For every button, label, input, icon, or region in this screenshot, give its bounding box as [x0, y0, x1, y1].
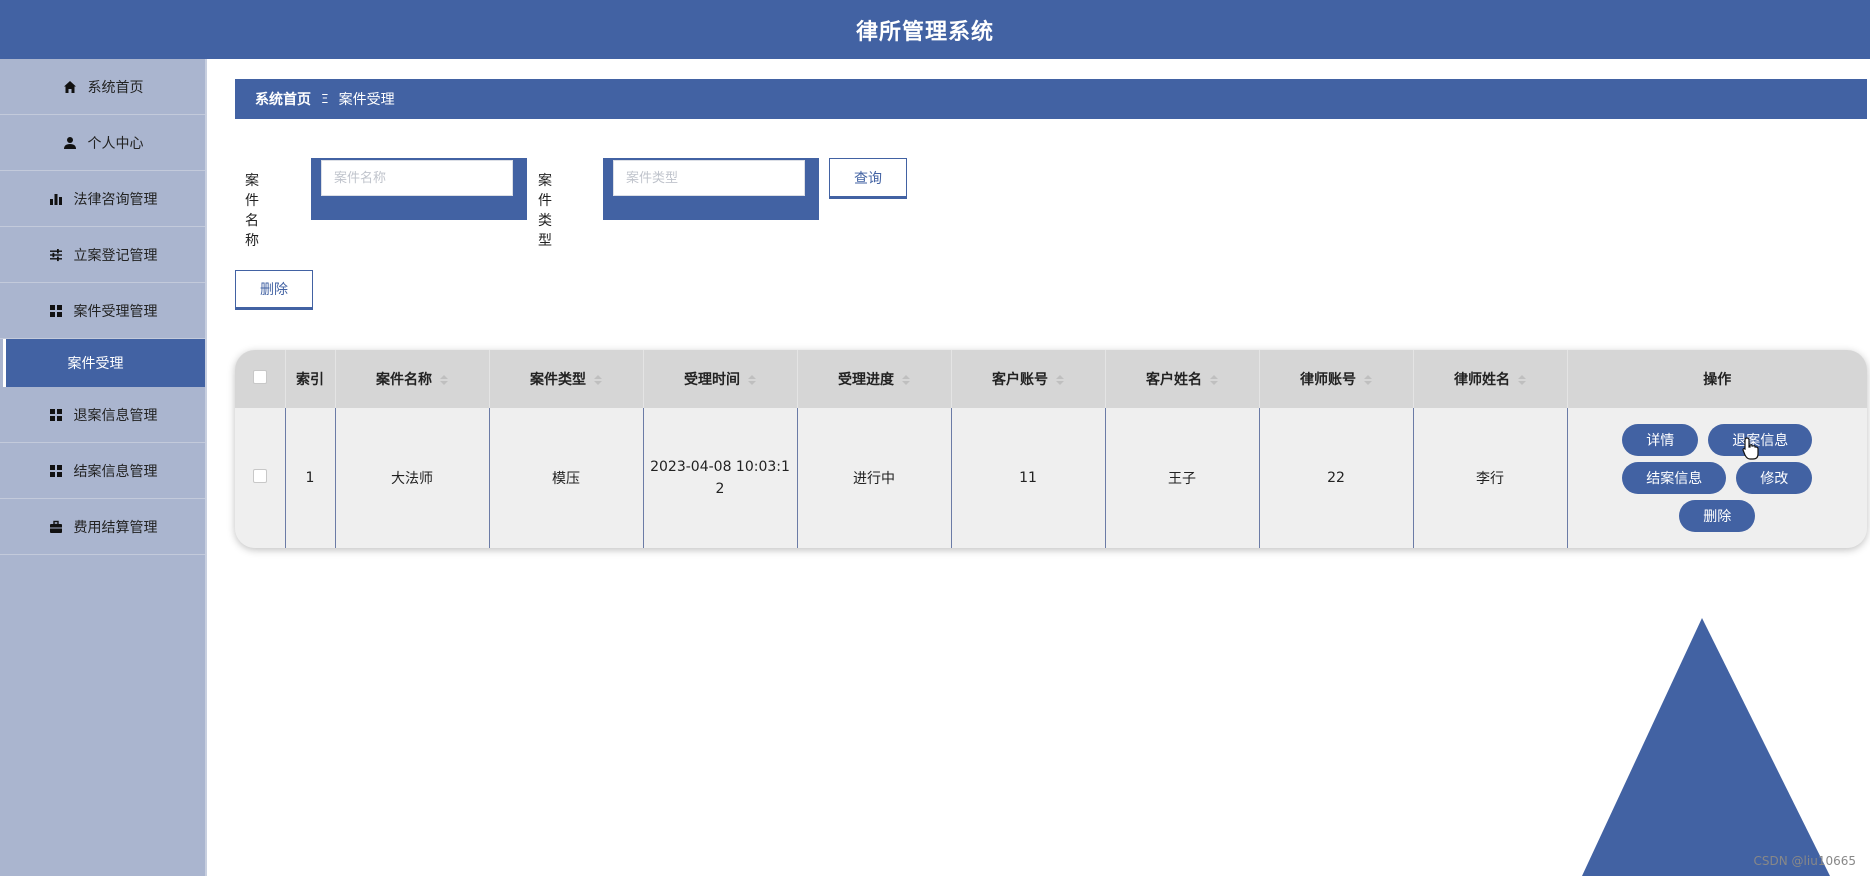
sidebar-item-withdraw-info[interactable]: 退案信息管理 [0, 387, 205, 443]
column-header: 操作 [1703, 372, 1732, 388]
sidebar-item-label: 系统首页 [87, 79, 144, 96]
column-header[interactable]: 律师账号 [1259, 350, 1414, 408]
progress-cell: 进行中 [797, 408, 952, 548]
breadcrumb-separator: Ξ [321, 92, 329, 106]
case-table: 索引 案件名称 案件类型 受理时间 受理进度 客户账号 客户姓名 律师账号 律师… [235, 350, 1867, 548]
sort-icon[interactable] [1518, 375, 1526, 385]
grid-icon [48, 407, 64, 423]
column-header: 索引 [285, 350, 336, 408]
breadcrumb-current: 案件受理 [338, 92, 395, 108]
sidebar-item-profile[interactable]: 个人中心 [0, 115, 205, 171]
user-icon [62, 135, 78, 151]
sort-icon[interactable] [902, 375, 910, 385]
top-header: 律所管理系统 [0, 0, 1870, 59]
grid-icon [48, 463, 64, 479]
case-name-label: 案件名称 [245, 173, 259, 249]
row-delete-button[interactable]: 删除 [1679, 500, 1756, 532]
sidebar-item-case-accept[interactable]: 案件受理管理 [0, 283, 205, 339]
column-header[interactable]: 客户账号 [951, 350, 1106, 408]
app-title: 律所管理系统 [855, 19, 994, 45]
lawyer-account-cell: 22 [1259, 408, 1414, 548]
row-select-cell [235, 408, 286, 548]
breadcrumb: 系统首页 Ξ 案件受理 [235, 79, 1867, 119]
sidebar-item-label: 立案登记管理 [73, 247, 158, 264]
case-type-input[interactable] [613, 160, 805, 196]
sort-icon[interactable] [748, 375, 756, 385]
client-name-cell: 王子 [1105, 408, 1260, 548]
sort-icon[interactable] [594, 375, 602, 385]
column-header[interactable]: 受理进度 [797, 350, 952, 408]
sidebar-item-label: 案件受理管理 [73, 303, 158, 320]
sidebar: 系统首页 个人中心 法律咨询管理 立案登记管理 案件受理管理 案件受理 退案信息… [0, 59, 207, 876]
close-info-button[interactable]: 结案信息 [1622, 462, 1727, 494]
briefcase-icon [48, 519, 64, 535]
sort-icon[interactable] [440, 375, 448, 385]
watermark: CSDN @liu10665 [1753, 854, 1856, 868]
bar-chart-icon [48, 191, 64, 207]
sidebar-item-case-register[interactable]: 立案登记管理 [0, 227, 205, 283]
sort-icon[interactable] [1364, 375, 1372, 385]
actions-cell: 详情 退案信息 结案信息 修改 删除 [1567, 408, 1867, 548]
table-header-row: 索引 案件名称 案件类型 受理时间 受理进度 客户账号 客户姓名 律师账号 律师… [235, 350, 1867, 408]
sidebar-item-label: 结案信息管理 [73, 463, 158, 480]
sidebar-item-label: 退案信息管理 [73, 407, 158, 424]
case-name-input[interactable] [321, 160, 513, 196]
batch-delete-button[interactable]: 删除 [235, 270, 313, 310]
decorative-triangle [1582, 618, 1830, 876]
grid-icon [48, 303, 64, 319]
sidebar-item-close-info[interactable]: 结案信息管理 [0, 443, 205, 499]
column-header[interactable]: 受理时间 [643, 350, 798, 408]
withdraw-info-button[interactable]: 退案信息 [1708, 424, 1813, 456]
sidebar-item-label: 法律咨询管理 [73, 191, 158, 208]
column-header[interactable]: 律师姓名 [1413, 350, 1568, 408]
case-type-input-wrap [603, 158, 819, 220]
lawyer-name-cell: 李行 [1413, 408, 1568, 548]
hand-cursor-icon [1742, 437, 1759, 460]
sidebar-item-fee-settlement[interactable]: 费用结算管理 [0, 499, 205, 555]
home-icon [62, 79, 78, 95]
select-all-checkbox[interactable] [252, 370, 267, 384]
index-cell: 1 [285, 408, 336, 548]
sort-icon[interactable] [1210, 375, 1218, 385]
table-row: 1 大法师 模压 2023-04-08 10:03:1 2 进行中 11 王子 … [235, 408, 1867, 548]
column-header[interactable]: 客户姓名 [1105, 350, 1260, 408]
case-type-cell: 模压 [489, 408, 644, 548]
sliders-icon [48, 247, 64, 263]
breadcrumb-home[interactable]: 系统首页 [255, 89, 311, 109]
accept-time-cell: 2023-04-08 10:03:1 2 [643, 408, 798, 548]
sort-icon[interactable] [1056, 375, 1064, 385]
row-checkbox[interactable] [252, 469, 267, 483]
case-name-input-wrap [311, 158, 527, 220]
case-type-label: 案件类型 [538, 173, 552, 249]
edit-button[interactable]: 修改 [1736, 462, 1813, 494]
sidebar-subitem-case-accept[interactable]: 案件受理 [3, 339, 205, 387]
client-account-cell: 11 [951, 408, 1106, 548]
case-name-cell: 大法师 [335, 408, 490, 548]
detail-button[interactable]: 详情 [1622, 424, 1699, 456]
sidebar-item-label: 费用结算管理 [73, 519, 158, 536]
sidebar-item-legal-consult[interactable]: 法律咨询管理 [0, 171, 205, 227]
column-header[interactable]: 案件类型 [489, 350, 644, 408]
sidebar-item-label: 个人中心 [87, 135, 144, 152]
query-button[interactable]: 查询 [829, 158, 907, 199]
select-all-cell [235, 350, 286, 408]
column-header[interactable]: 案件名称 [335, 350, 490, 408]
sidebar-item-home[interactable]: 系统首页 [0, 59, 205, 115]
